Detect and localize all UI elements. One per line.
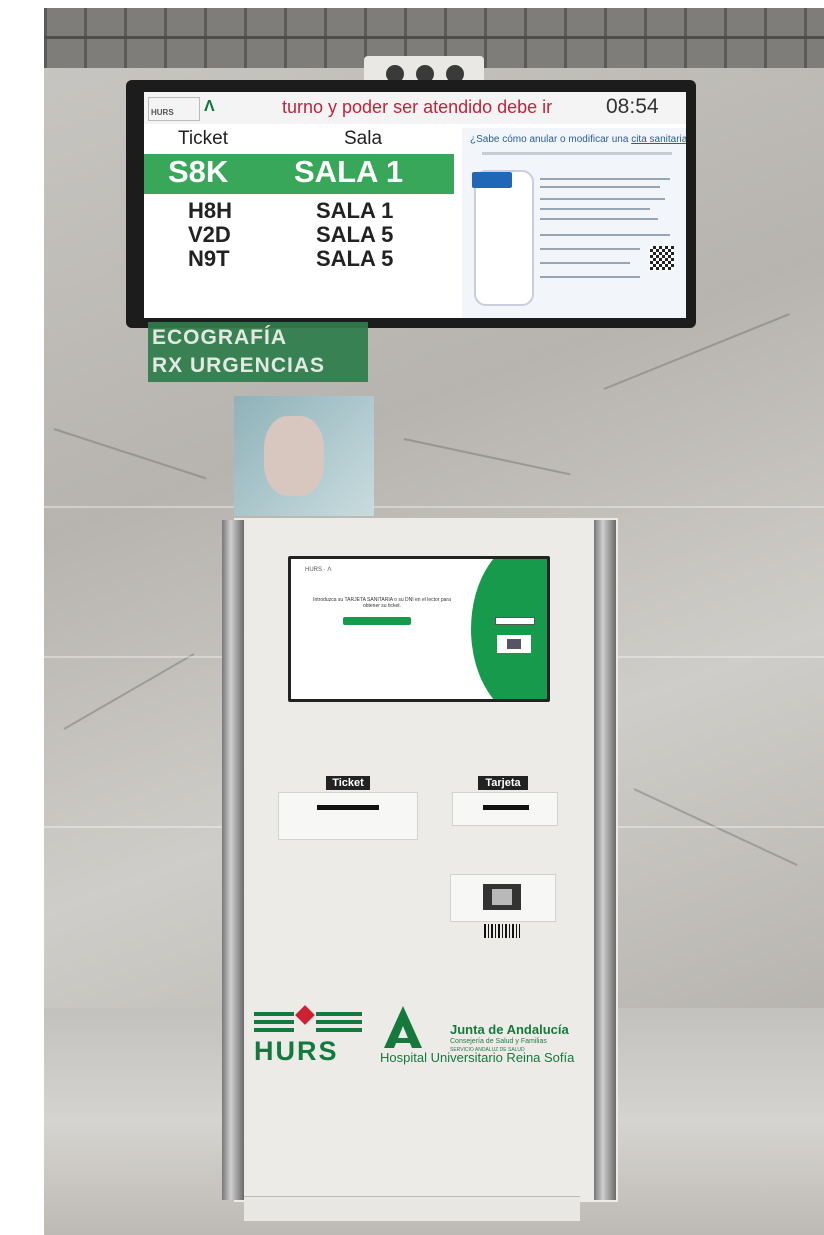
kiosk-screen-card-icon [497,635,531,653]
poster-face [264,416,324,496]
junta-logo-small: Λ [204,98,215,115]
ticket-dispenser-panel [278,792,418,840]
kiosk-right-pillar [594,520,616,1200]
hurs-logo-small: HURS [148,97,200,121]
marble-vein [403,438,571,476]
kiosk-base [244,1196,580,1221]
queue-display-screen: HURS Λ turno y poder ser atendido debe i… [144,92,686,318]
queue-ticket: N9T [188,246,230,271]
info-text-line [540,208,650,210]
barcode-icon [484,924,520,938]
kiosk-screen-logos: HURS · Λ [305,567,332,573]
department-sign: ECOGRAFÍA RX URGENCIAS [148,322,368,382]
barcode-scanner-panel [450,874,556,922]
ticket-slot[interactable] [317,805,379,810]
ticker-text: turno y poder ser atendido debe ir [282,97,553,117]
tv-monitor: HURS Λ turno y poder ser atendido debe i… [126,80,696,328]
info-subtitle-line [482,152,672,155]
current-ticket: S8K [168,154,229,189]
ticket-label: Ticket [326,776,370,790]
hurs-logo-text: HURS [254,1036,339,1066]
info-text-line [540,198,665,200]
sign-line-2: RX URGENCIAS [152,354,326,377]
info-panel: ¿Sabe cómo anular o modificar una cita s… [462,128,686,318]
junta-title: Junta de Andalucía [450,1022,569,1037]
kiosk-screen-content: HURS · Λ Introduzca su TARJETA SANITARIA… [291,559,547,699]
card-slot[interactable] [483,805,529,810]
clock: 08:54 [606,95,659,118]
card-label: Tarjeta [478,776,528,790]
queue-ticket: V2D [188,222,231,247]
info-text-line [540,234,670,236]
hurs-logo-bar [254,1020,294,1024]
phone-illustration [474,170,534,306]
hurs-logo-bar [316,1028,362,1032]
hurs-logo-bar [316,1020,362,1024]
info-text-line [540,218,658,220]
sign-line-1: ECOGRAFÍA [152,326,287,349]
info-text-line [540,178,670,180]
wall-poster [234,396,374,516]
phone-callout [472,172,512,188]
queue-sala: SALA 1 [316,198,394,223]
current-sala: SALA 1 [294,154,404,189]
hurs-logo-bar [316,1012,362,1016]
kiosk-screen-button[interactable] [343,617,411,625]
hurs-logo-bar [254,1012,294,1016]
queue-sala: SALA 5 [316,246,394,271]
qr-code [650,246,674,270]
queue-ticket: H8H [188,198,233,223]
sala-column-header: Sala [344,128,383,149]
marble-vein [63,653,195,730]
heart-icon [295,1005,315,1025]
queue-sala: SALA 5 [316,222,394,247]
info-text-line [540,276,640,278]
kiosk-screen-slot-icon [495,617,535,625]
marble-vein [53,428,207,480]
card-reader-panel [452,792,558,826]
hurs-logo-bar [254,1028,294,1032]
info-text-line [540,248,640,250]
info-text-line [540,186,660,188]
junta-subtitle: Consejería de Salud y Familias [450,1038,547,1045]
kiosk-left-pillar [222,520,244,1200]
info-title: ¿Sabe cómo anular o modificar una cita s… [470,134,686,145]
hospital-name: Hospital Universitario Reina Sofía [380,1050,575,1065]
wall-seam [44,506,824,508]
junta-a-logo-icon [380,1002,426,1050]
kiosk-screen-green-panel [471,559,547,699]
ticket-column-header: Ticket [178,128,228,149]
current-call-row: S8K SALA 1 [144,154,454,194]
hurs-logo-mark [254,1005,362,1040]
kiosk-screen-prompt: Introduzca su TARJETA SANITARIA o su DNI… [313,597,451,609]
display-header: HURS Λ turno y poder ser atendido debe i… [144,92,686,124]
info-text-line [540,262,630,264]
barcode-scanner[interactable] [483,884,521,910]
kiosk-touchscreen[interactable]: HURS · Λ Introduzca su TARJETA SANITARIA… [288,556,550,702]
